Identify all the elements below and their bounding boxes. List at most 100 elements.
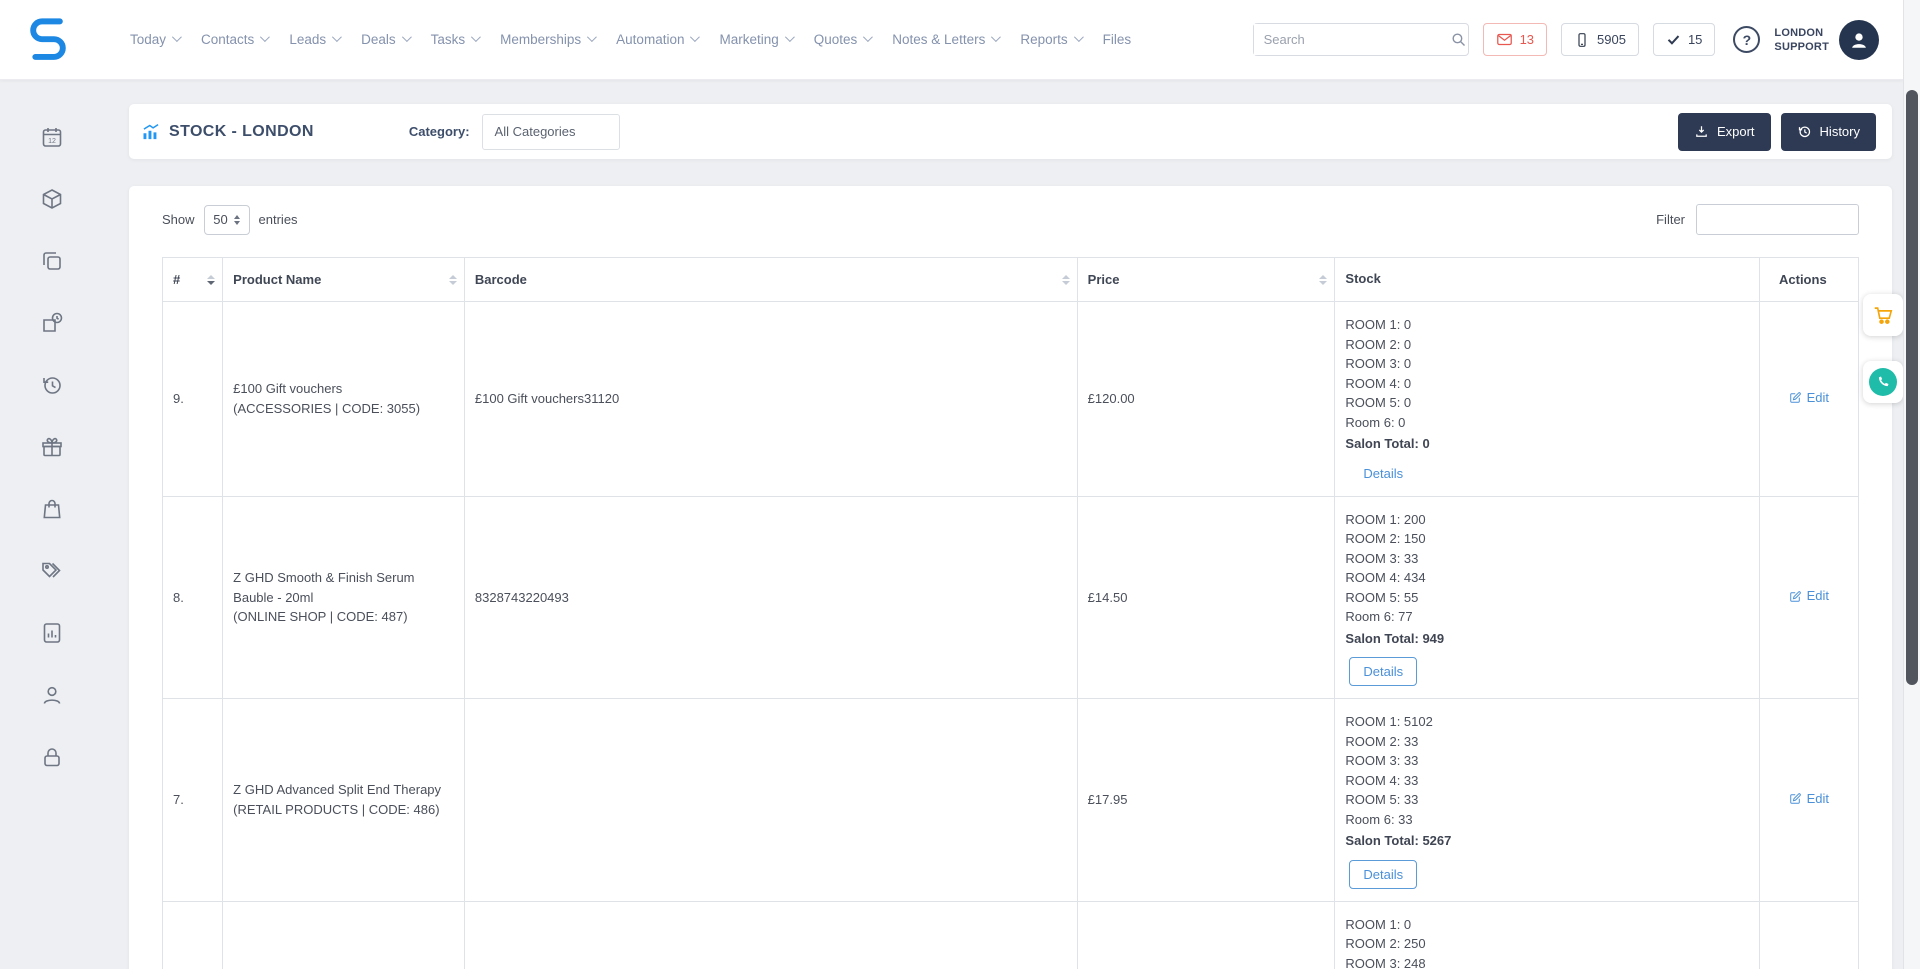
show-label: Show — [162, 212, 195, 227]
menu-label: Tasks — [431, 32, 466, 47]
sidebar-item-shop[interactable] — [0, 478, 104, 540]
details-button[interactable]: Details — [1349, 657, 1417, 686]
sidebar-item-customers[interactable] — [0, 664, 104, 726]
account-line1: LONDON — [1774, 26, 1829, 40]
row-number — [163, 901, 223, 969]
product-name: Z GHD Advanced Split End Therapy — [233, 780, 454, 800]
menu-label: Leads — [289, 32, 326, 47]
menu-tasks[interactable]: Tasks — [431, 32, 479, 47]
envelope-icon — [1496, 31, 1513, 48]
select-arrows-icon — [234, 215, 240, 225]
search-input[interactable] — [1254, 24, 1450, 55]
menu-notes-letters[interactable]: Notes & Letters — [892, 32, 998, 47]
menu-files[interactable]: Files — [1103, 32, 1132, 47]
scrollbar[interactable] — [1903, 0, 1920, 969]
barcode-cell: 8328743220493 — [464, 496, 1077, 699]
menu-label: Memberships — [500, 32, 581, 47]
show-entries: Show 50 entries — [162, 205, 298, 235]
header-actions: Export History — [1678, 113, 1876, 151]
main-content: STOCK - LONDON Category: All Categories … — [104, 80, 1920, 969]
history-button[interactable]: History — [1781, 113, 1876, 151]
top-navigation: Today Contacts Leads Deals Tasks Members… — [0, 0, 1903, 80]
sidebar-item-calendar[interactable]: 12 — [0, 106, 104, 168]
tasks-badge[interactable]: 15 — [1653, 23, 1715, 56]
phone-icon — [1876, 375, 1890, 389]
export-label: Export — [1717, 124, 1755, 139]
stock-lines: ROOM 1: 0 ROOM 2: 0 ROOM 3: 0 ROOM 4: 0 … — [1345, 315, 1748, 432]
sort-icon — [1319, 275, 1327, 285]
barcode-cell: £100 Gift vouchers31120 — [464, 302, 1077, 497]
stock-table: # Product Name Barcode Price Stock Actio… — [162, 257, 1859, 969]
search-button[interactable] — [1450, 24, 1468, 55]
table-card: Show 50 entries Filter # Product Name Ba… — [129, 186, 1892, 969]
chevron-down-icon — [863, 32, 873, 42]
avatar[interactable] — [1839, 20, 1879, 60]
sidebar-item-pricing[interactable] — [0, 540, 104, 602]
col-label: Barcode — [475, 272, 527, 287]
sidebar-item-stock-alerts[interactable] — [0, 292, 104, 354]
stock-lines: ROOM 1: 0 ROOM 2: 250 ROOM 3: 248 ROOM 4… — [1345, 915, 1748, 969]
sidebar-item-security[interactable] — [0, 726, 104, 788]
details-button[interactable]: Details — [1361, 463, 1405, 484]
col-actions[interactable]: Actions — [1759, 258, 1858, 302]
export-button[interactable]: Export — [1678, 113, 1771, 151]
menu-deals[interactable]: Deals — [361, 32, 409, 47]
barcode-cell — [464, 901, 1077, 969]
account-name: LONDON SUPPORT — [1774, 26, 1829, 54]
sidebar-item-reports[interactable] — [0, 602, 104, 664]
col-number[interactable]: # — [163, 258, 223, 302]
sidebar-item-duplicates[interactable] — [0, 230, 104, 292]
menu-label: Files — [1103, 32, 1132, 47]
help-button[interactable]: ? — [1733, 26, 1760, 53]
menu-label: Today — [130, 32, 166, 47]
menu-memberships[interactable]: Memberships — [500, 32, 594, 47]
product-meta: (RETAIL PRODUCTS | CODE: 486) — [233, 800, 454, 820]
filter-input[interactable] — [1696, 204, 1859, 235]
menu-reports[interactable]: Reports — [1020, 32, 1080, 47]
menu-quotes[interactable]: Quotes — [814, 32, 871, 47]
messages-badge[interactable]: 13 — [1483, 23, 1547, 56]
col-label: # — [173, 272, 180, 287]
sidebar-item-products[interactable] — [0, 168, 104, 230]
menu-marketing[interactable]: Marketing — [719, 32, 791, 47]
table-row: 8. Z GHD Smooth & Finish Serum Bauble - … — [163, 496, 1859, 699]
svg-text:12: 12 — [48, 138, 56, 145]
menu-contacts[interactable]: Contacts — [201, 32, 267, 47]
details-button[interactable]: Details — [1349, 860, 1417, 889]
menu-automation[interactable]: Automation — [616, 32, 697, 47]
menu-leads[interactable]: Leads — [289, 32, 339, 47]
edit-label: Edit — [1807, 789, 1829, 809]
customer-icon — [40, 683, 64, 707]
menu-today[interactable]: Today — [130, 32, 179, 47]
edit-link[interactable]: Edit — [1789, 586, 1829, 606]
col-price[interactable]: Price — [1077, 258, 1335, 302]
edit-link[interactable]: Edit — [1789, 789, 1829, 809]
salon-total: Salon Total: 949 — [1345, 629, 1748, 649]
edit-link[interactable]: Edit — [1789, 388, 1829, 408]
mobile-phone-icon — [1574, 32, 1590, 48]
page-size-select[interactable]: 50 — [204, 205, 250, 235]
edit-pencil-icon — [1789, 590, 1802, 603]
cart-float-button[interactable] — [1863, 294, 1903, 336]
sidebar-item-gift-vouchers[interactable] — [0, 416, 104, 478]
col-label: Product Name — [233, 272, 321, 287]
user-icon — [1848, 29, 1870, 51]
history-icon — [40, 373, 64, 397]
product-name: £100 Gift vouchers — [233, 379, 454, 399]
app-logo[interactable] — [26, 15, 78, 65]
download-icon — [1694, 124, 1709, 139]
col-stock[interactable]: Stock — [1335, 258, 1759, 302]
calls-badge[interactable]: 5905 — [1561, 23, 1639, 56]
chevron-down-icon — [471, 32, 481, 42]
product-meta: (ONLINE SHOP | CODE: 487) — [233, 607, 454, 627]
scrollbar-thumb[interactable] — [1906, 90, 1918, 685]
col-barcode[interactable]: Barcode — [464, 258, 1077, 302]
table-row: ROOM 1: 0 ROOM 2: 250 ROOM 3: 248 ROOM 4… — [163, 901, 1859, 969]
gift-icon — [40, 435, 64, 459]
product-meta: (ACCESSORIES | CODE: 3055) — [233, 399, 454, 419]
col-product-name[interactable]: Product Name — [223, 258, 465, 302]
sidebar-item-history[interactable] — [0, 354, 104, 416]
phone-float-button[interactable] — [1863, 361, 1903, 403]
category-dropdown[interactable]: All Categories — [482, 114, 620, 150]
edit-label: Edit — [1807, 586, 1829, 606]
